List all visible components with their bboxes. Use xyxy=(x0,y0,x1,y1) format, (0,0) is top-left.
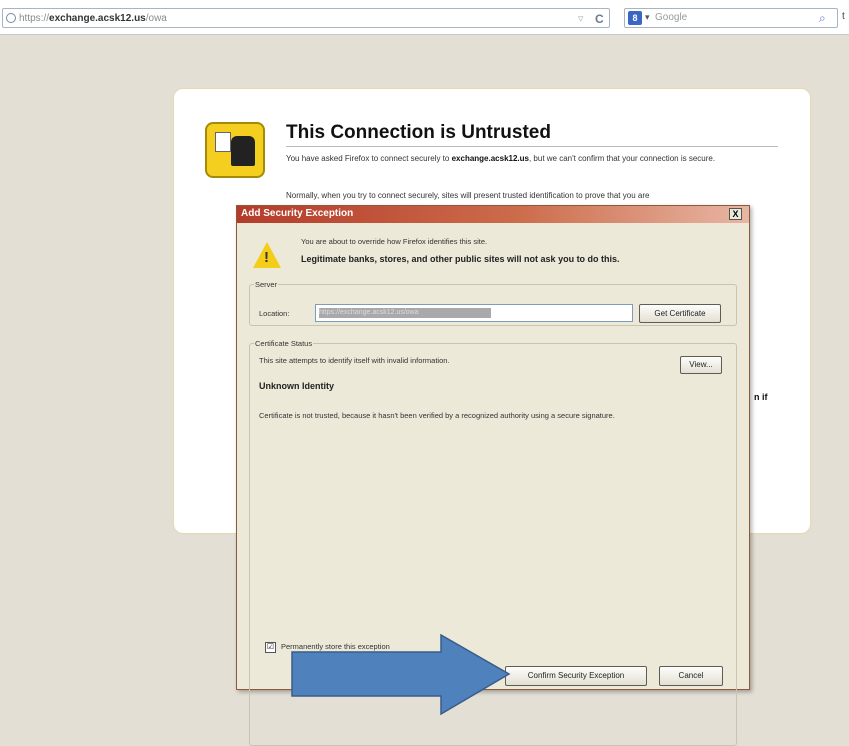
view-button[interactable]: View... xyxy=(680,356,722,374)
reload-icon[interactable]: C xyxy=(595,9,604,29)
reason-text: Certificate is not trusted, because it h… xyxy=(259,411,615,420)
globe-icon xyxy=(6,13,16,23)
title-divider xyxy=(286,146,778,147)
bookmark-star-icon[interactable]: ▿ xyxy=(578,9,584,29)
intro-before: You have asked Firefox to connect secure… xyxy=(286,154,450,163)
page-text-fragment: n if xyxy=(754,392,768,402)
url-path: /owa xyxy=(145,13,167,24)
intro-text-2: Normally, when you try to connect secure… xyxy=(286,191,650,200)
add-security-exception-dialog: Add Security Exception X ! You are about… xyxy=(236,205,750,746)
warning-exclamation-icon: ! xyxy=(264,249,269,266)
page-title: This Connection is Untrusted xyxy=(286,122,551,143)
warning-bold-text: Legitimate banks, stores, and other publ… xyxy=(301,254,620,264)
search-icon[interactable]: ⌕ xyxy=(819,11,833,25)
identity-officer-icon xyxy=(205,122,265,178)
location-label: Location: xyxy=(259,309,290,318)
close-button[interactable]: X xyxy=(729,208,742,220)
url-bar[interactable]: https://exchange.acsk12.us/owa ▿ C xyxy=(2,8,610,28)
get-certificate-button[interactable]: Get Certificate xyxy=(639,304,721,323)
search-placeholder: Google xyxy=(655,12,688,23)
arrow-shape xyxy=(291,634,511,715)
server-legend: Server xyxy=(255,280,278,289)
officer-shape xyxy=(231,136,255,166)
confirm-security-exception-button[interactable]: Confirm Security Exception xyxy=(505,666,647,686)
permanent-checkbox[interactable]: ☑ xyxy=(265,642,276,653)
intro-after: , but we can't confirm that your connect… xyxy=(528,154,716,163)
intro-text: You have asked Firefox to connect secure… xyxy=(286,153,776,165)
browser-toolbar: https://exchange.acsk12.us/owa ▿ C 8 ▾ G… xyxy=(0,0,849,35)
status-text: This site attempts to identify itself wi… xyxy=(259,356,450,365)
google-engine-icon[interactable]: 8 xyxy=(628,11,642,25)
toolbar-edge-text: t xyxy=(842,11,845,22)
url-host: exchange.acsk12.us xyxy=(49,13,146,24)
blue-arrow-annotation xyxy=(291,634,511,715)
engine-dropdown-icon[interactable]: ▾ xyxy=(645,12,650,23)
location-value: https://exchange.acsk12.us/owa xyxy=(319,308,491,318)
id-document-shape xyxy=(215,132,231,152)
unknown-identity-heading: Unknown Identity xyxy=(259,381,334,391)
intro-host: exchange.acsk12.us xyxy=(451,154,529,163)
warning-text: You are about to override how Firefox id… xyxy=(301,237,488,246)
dialog-title: Add Security Exception xyxy=(241,208,354,219)
url-prefix: https:// xyxy=(19,13,50,24)
location-input[interactable]: https://exchange.acsk12.us/owa xyxy=(315,304,633,322)
status-legend: Certificate Status xyxy=(255,339,313,348)
cancel-button[interactable]: Cancel xyxy=(659,666,723,686)
search-bar[interactable]: 8 ▾ Google ⌕ xyxy=(624,8,838,28)
dialog-titlebar[interactable]: Add Security Exception X xyxy=(237,206,749,223)
